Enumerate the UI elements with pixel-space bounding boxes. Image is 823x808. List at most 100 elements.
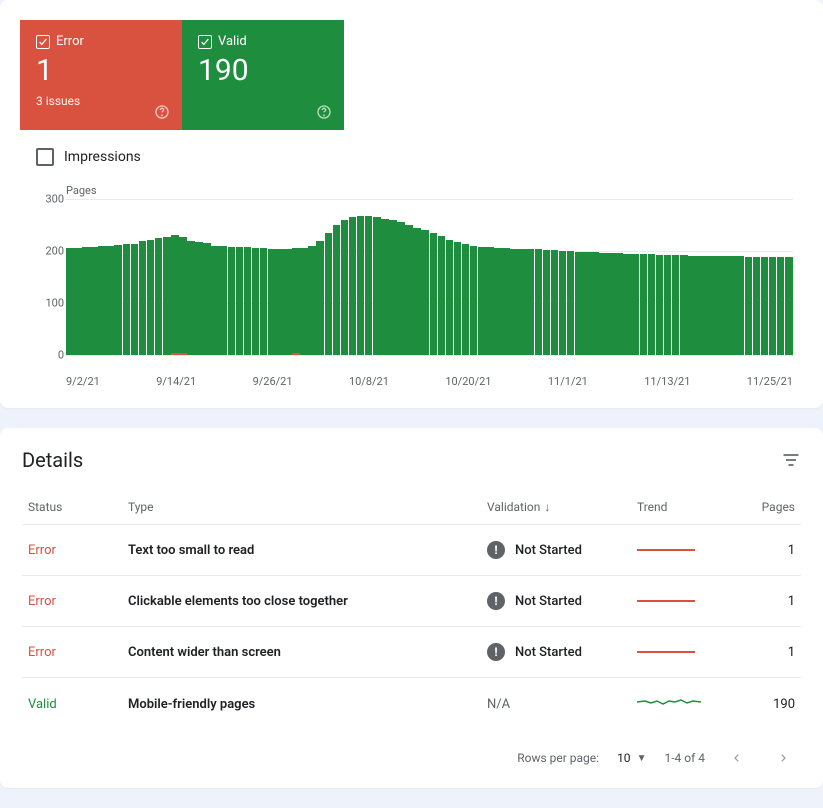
bar (648, 199, 656, 355)
table-row[interactable]: ErrorContent wider than screen!Not Start… (22, 627, 801, 678)
impressions-toggle-row: Impressions (0, 130, 823, 174)
bar (365, 199, 373, 355)
cell-trend (631, 678, 741, 731)
impressions-checkbox[interactable] (36, 148, 54, 166)
y-tick: 200 (45, 245, 64, 258)
bar (244, 199, 252, 355)
bar (599, 199, 607, 355)
cell-type: Text too small to read (122, 525, 481, 576)
bar (535, 199, 543, 355)
status-card-error-value: 1 (36, 53, 166, 88)
bar (438, 199, 446, 355)
bar (171, 199, 179, 355)
col-type[interactable]: Type (122, 490, 481, 525)
table-header-row: Status Type Validation↓ Trend Pages (22, 490, 801, 525)
bar (211, 199, 219, 355)
trend-flat-icon (637, 549, 695, 551)
details-table: Status Type Validation↓ Trend Pages Erro… (22, 490, 801, 730)
bar (446, 199, 454, 355)
col-pages[interactable]: Pages (741, 490, 801, 525)
bar (252, 199, 260, 355)
cell-type: Content wider than screen (122, 627, 481, 678)
trend-spark-icon (637, 694, 701, 710)
bar (381, 199, 389, 355)
impressions-label: Impressions (64, 149, 141, 165)
trend-flat-icon (637, 600, 695, 602)
status-card-valid[interactable]: Valid 190 (182, 20, 344, 130)
x-tick: 11/1/21 (548, 375, 588, 388)
x-tick: 10/20/21 (445, 375, 491, 388)
bar (413, 199, 421, 355)
cell-pages: 190 (741, 678, 801, 731)
cell-validation: !Not Started (481, 576, 631, 627)
bar (341, 199, 349, 355)
status-cards-row: Error 1 3 issues Valid 190 (0, 0, 823, 130)
overview-panel: Error 1 3 issues Valid 190 Impressions P… (0, 0, 823, 408)
bar (147, 199, 155, 355)
cell-pages: 1 (741, 627, 801, 678)
bar (300, 199, 308, 355)
bar (90, 199, 98, 355)
bar (745, 199, 753, 355)
bar (777, 199, 785, 355)
alert-icon: ! (487, 541, 505, 559)
col-trend[interactable]: Trend (631, 490, 741, 525)
help-icon[interactable] (154, 104, 170, 120)
bar (559, 199, 567, 355)
bar (470, 199, 478, 355)
pager-rows-select[interactable]: 10 ▼ (617, 751, 646, 765)
col-status[interactable]: Status (22, 490, 122, 525)
bar (195, 199, 203, 355)
cell-status: Error (22, 576, 122, 627)
cell-type: Mobile-friendly pages (122, 678, 481, 731)
x-tick: 11/25/21 (747, 375, 793, 388)
pager-next-button[interactable] (769, 744, 797, 772)
bar (736, 199, 744, 355)
bar (163, 199, 171, 355)
table-row[interactable]: ErrorText too small to read!Not Started1 (22, 525, 801, 576)
bar (688, 199, 696, 355)
bar (179, 199, 187, 355)
checkbox-checked-icon (198, 35, 212, 49)
bar (656, 199, 664, 355)
filter-icon[interactable] (781, 450, 801, 470)
bar (389, 199, 397, 355)
pager-prev-button[interactable] (723, 744, 751, 772)
bar (623, 199, 631, 355)
bar (98, 199, 106, 355)
x-tick: 9/26/21 (253, 375, 293, 388)
bar (228, 199, 236, 355)
help-icon[interactable] (316, 104, 332, 120)
bar (575, 199, 583, 355)
details-title: Details (22, 448, 83, 472)
bar (696, 199, 704, 355)
bar (454, 199, 462, 355)
table-row[interactable]: ValidMobile-friendly pagesN/A190 (22, 678, 801, 731)
status-card-error[interactable]: Error 1 3 issues (20, 20, 182, 130)
sort-descending-icon: ↓ (544, 500, 550, 514)
bar (518, 199, 526, 355)
bar (284, 199, 292, 355)
bar (106, 199, 114, 355)
bar (607, 199, 615, 355)
table-row[interactable]: ErrorClickable elements too close togeth… (22, 576, 801, 627)
bar (397, 199, 405, 355)
bar (268, 199, 276, 355)
bar (430, 199, 438, 355)
bar (615, 199, 623, 355)
y-tick: 0 (58, 349, 64, 362)
bar (526, 199, 534, 355)
bar (720, 199, 728, 355)
bar (276, 199, 284, 355)
cell-status: Valid (22, 678, 122, 731)
bar (486, 199, 494, 355)
col-validation[interactable]: Validation↓ (481, 490, 631, 525)
bar (82, 199, 90, 355)
bar (114, 199, 122, 355)
y-tick: 300 (45, 193, 64, 206)
bar (672, 199, 680, 355)
status-card-error-subline: 3 issues (36, 94, 166, 108)
bar (139, 199, 147, 355)
bar (680, 199, 688, 355)
bar (333, 199, 341, 355)
